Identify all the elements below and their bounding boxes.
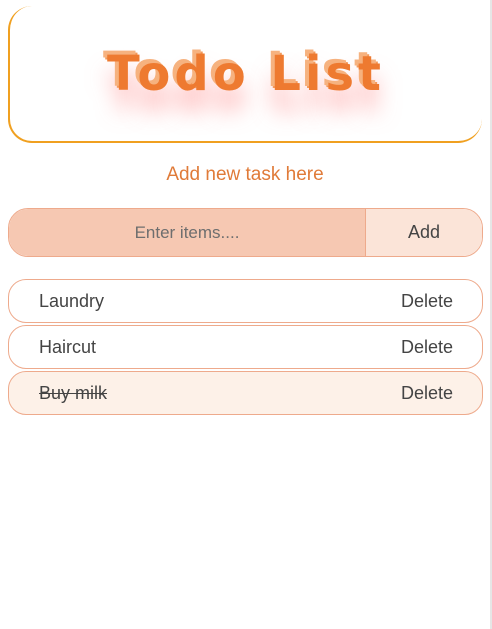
task-label-completed: Buy milk: [39, 382, 108, 403]
task-item-laundry[interactable]: Laundry Delete: [8, 279, 483, 323]
task-label: Laundry: [39, 290, 105, 311]
header-card: Todo List: [8, 6, 482, 143]
page-title: Todo List: [107, 46, 385, 102]
delete-button[interactable]: Delete: [401, 337, 453, 358]
task-input[interactable]: [9, 209, 365, 256]
task-label: Haircut: [39, 336, 97, 357]
delete-button[interactable]: Delete: [401, 383, 453, 404]
todo-app: Todo List Add new task here Add Laundry …: [0, 0, 492, 629]
task-item-haircut[interactable]: Haircut Delete: [8, 325, 483, 369]
add-task-form: Add: [8, 208, 483, 257]
delete-button[interactable]: Delete: [401, 291, 453, 312]
add-button[interactable]: Add: [365, 209, 482, 256]
task-item-buy-milk[interactable]: Buy milk Delete: [8, 371, 483, 415]
task-list: Laundry Delete Haircut Delete Buy milk D…: [8, 279, 483, 417]
add-task-heading: Add new task here: [166, 164, 324, 185]
